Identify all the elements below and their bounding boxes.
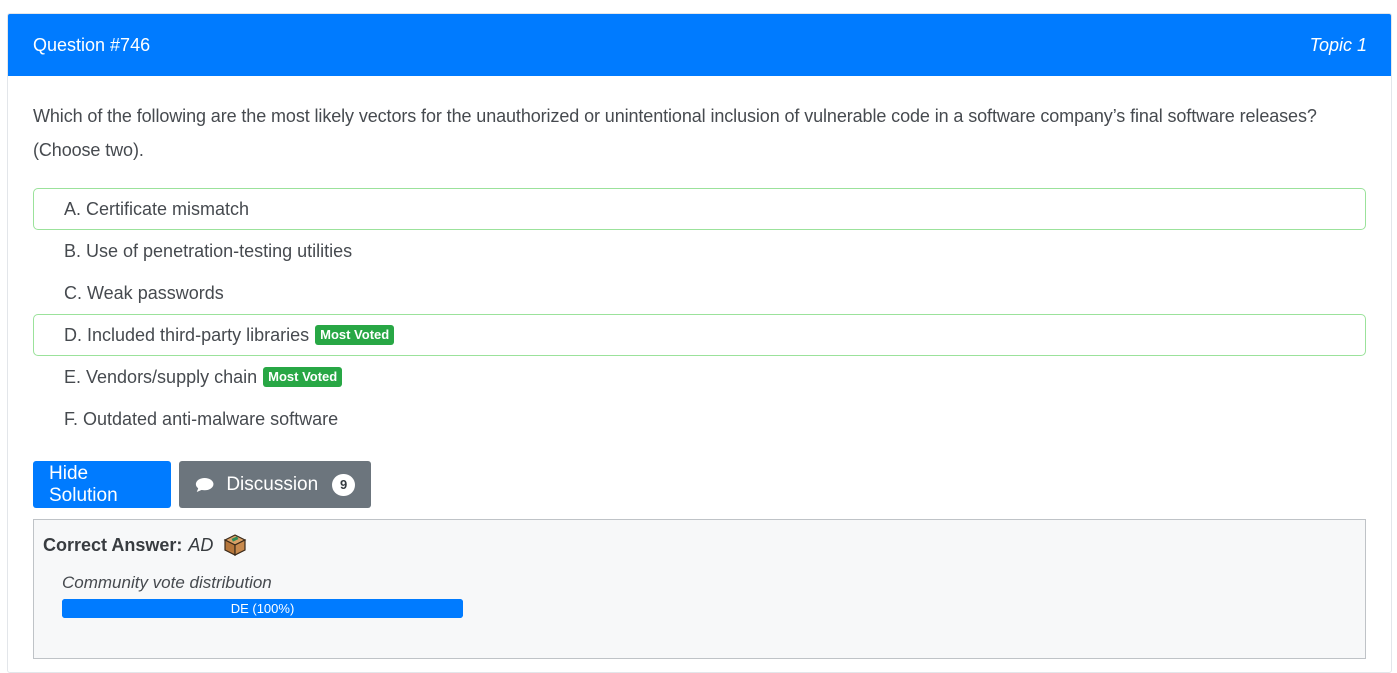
question-text: Which of the following are the most like… xyxy=(33,106,1317,160)
choice-a[interactable]: A. Certificate mismatch xyxy=(33,188,1366,230)
correct-answer-label: Correct Answer: xyxy=(43,534,183,555)
chat-bubble-icon xyxy=(195,477,214,492)
question-topic: Topic 1 xyxy=(1309,34,1367,55)
solution-panel: Correct Answer: AD Community vote distri… xyxy=(33,519,1366,659)
discussion-button[interactable]: Discussion 9 xyxy=(179,461,371,508)
choice-b[interactable]: B. Use of penetration-testing utilities xyxy=(33,230,1366,272)
choice-label: A. Certificate mismatch xyxy=(64,198,250,219)
choice-c[interactable]: C. Weak passwords xyxy=(33,272,1366,314)
action-buttons: Hide Solution Discussion 9 xyxy=(33,461,1366,508)
vote-distribution-bar: DE (100%) xyxy=(62,599,463,618)
vote-bar-text: DE (100%) xyxy=(230,601,295,616)
choice-d[interactable]: D. Included third-party libraries Most V… xyxy=(33,314,1366,356)
question-card: Question #746 Topic 1 Which of the follo… xyxy=(7,13,1392,673)
discussion-count-badge: 9 xyxy=(332,473,355,496)
choice-f[interactable]: F. Outdated anti-malware software xyxy=(33,398,1366,440)
vote-distribution-label: Community vote distribution xyxy=(62,573,272,592)
question-number: Question #746 xyxy=(33,34,151,55)
question-header: Question #746 Topic 1 xyxy=(8,14,1391,76)
discussion-label: Discussion xyxy=(226,473,319,495)
choice-label: C. Weak passwords xyxy=(64,282,224,303)
choice-label: F. Outdated anti-malware software xyxy=(64,408,339,429)
hide-solution-label: Hide Solution xyxy=(49,462,118,506)
choice-label: E. Vendors/supply chain xyxy=(64,366,258,387)
correct-answer-value: AD xyxy=(188,534,214,555)
choice-label: D. Included third-party libraries xyxy=(64,324,310,345)
hide-solution-button[interactable]: Hide Solution xyxy=(33,461,171,508)
most-voted-badge: Most Voted xyxy=(263,367,343,387)
box-icon xyxy=(224,534,247,556)
choices-list: A. Certificate mismatch B. Use of penetr… xyxy=(33,188,1366,440)
choice-e[interactable]: E. Vendors/supply chain Most Voted xyxy=(33,356,1366,398)
choice-label: B. Use of penetration-testing utilities xyxy=(64,240,353,261)
most-voted-badge: Most Voted xyxy=(315,325,395,345)
